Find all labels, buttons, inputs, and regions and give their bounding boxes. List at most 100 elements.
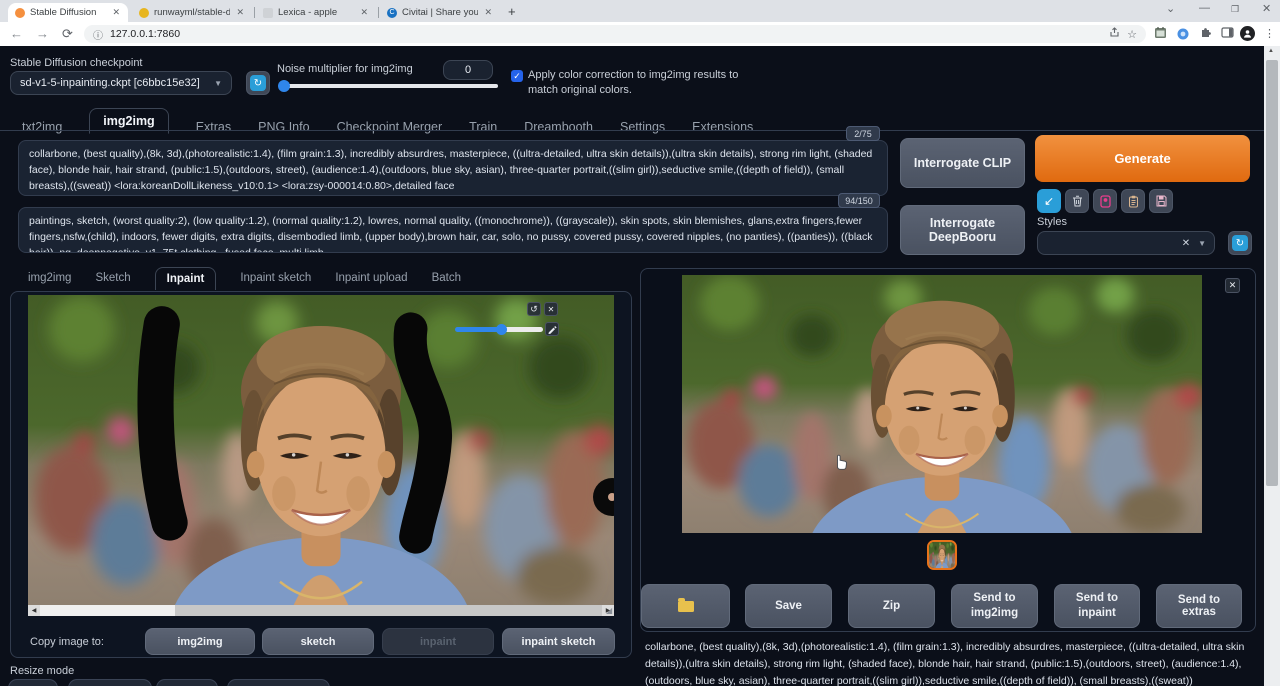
- tab-png-info[interactable]: PNG Info: [258, 120, 309, 134]
- color-correction-label: Apply color correction to img2img result…: [528, 68, 743, 98]
- save-style-button[interactable]: [1149, 189, 1173, 213]
- styles-label: Styles: [1037, 216, 1067, 228]
- floppy-icon: [1156, 195, 1167, 207]
- window-restore-icon[interactable]: ❐: [1231, 4, 1239, 15]
- tab-favicon: [263, 8, 273, 18]
- open-folder-button[interactable]: [641, 584, 730, 628]
- send-to-inpaint-button[interactable]: Send to inpaint: [1054, 584, 1140, 628]
- close-gallery-icon[interactable]: ✕: [1225, 278, 1240, 293]
- site-info-icon[interactable]: ⓘ: [93, 27, 103, 42]
- window-chevron-icon[interactable]: ⌄: [1166, 2, 1175, 15]
- send-to-img2img-button[interactable]: Send to img2img: [951, 584, 1038, 628]
- resize-option-cutoff[interactable]: [8, 679, 58, 686]
- scroll-left-icon[interactable]: ◀: [28, 605, 40, 616]
- checkpoint-refresh-button[interactable]: ↻: [246, 71, 270, 95]
- tab-close-icon[interactable]: ✕: [111, 7, 121, 18]
- browser-tab-runwayml[interactable]: runwayml/stable-diffusion-inpai ✕: [132, 3, 252, 22]
- noise-multiplier-input[interactable]: 0: [443, 60, 493, 80]
- browser-tab-civitai[interactable]: C Civitai | Share your models ✕: [380, 3, 500, 22]
- subtab-inpaint[interactable]: Inpaint: [155, 267, 217, 290]
- clear-image-icon[interactable]: ✕: [544, 302, 558, 316]
- tab-favicon: C: [387, 8, 397, 18]
- copy-to-img2img-button[interactable]: img2img: [145, 628, 255, 655]
- new-tab-button[interactable]: +: [508, 4, 516, 19]
- subtab-img2img[interactable]: img2img: [28, 272, 71, 290]
- inpaint-canvas[interactable]: ↺ ✕: [28, 295, 614, 605]
- reload-icon[interactable]: ⟳: [62, 26, 73, 42]
- address-bar[interactable]: ⓘ 127.0.0.1:7860 ☆: [84, 25, 1146, 43]
- window-minimize-icon[interactable]: —: [1199, 2, 1210, 14]
- extra-networks-button[interactable]: [1093, 189, 1117, 213]
- resize-option-cutoff[interactable]: [227, 679, 330, 686]
- noise-slider-handle[interactable]: [278, 80, 290, 92]
- zip-button[interactable]: Zip: [848, 584, 935, 628]
- tab-dreambooth[interactable]: Dreambooth: [524, 120, 593, 134]
- bookmark-star-icon[interactable]: ☆: [1127, 28, 1137, 41]
- extension-blue-icon[interactable]: [1177, 27, 1189, 45]
- prompt-textarea[interactable]: collarbone, (best quality),(8k, 3d),(pho…: [18, 140, 888, 196]
- generation-info-text: collarbone, (best quality),(8k, 3d),(pho…: [645, 639, 1252, 686]
- tab-close-icon[interactable]: ✕: [235, 7, 245, 18]
- profile-avatar[interactable]: [1240, 26, 1255, 41]
- noise-multiplier-slider[interactable]: [280, 84, 498, 88]
- resize-option-cutoff[interactable]: [156, 679, 218, 686]
- styles-select[interactable]: ✕ ▼: [1037, 231, 1215, 255]
- browser-tab-lexica[interactable]: Lexica - apple ✕: [256, 3, 376, 22]
- generate-button[interactable]: Generate: [1035, 135, 1250, 182]
- undo-icon[interactable]: ↺: [527, 302, 541, 316]
- extension-calendar-icon[interactable]: [1154, 26, 1167, 44]
- scrollbar-up-icon[interactable]: ▲: [1268, 48, 1274, 54]
- interrogate-clip-button[interactable]: Interrogate CLIP: [900, 138, 1025, 188]
- tab-extensions[interactable]: Extensions: [692, 120, 753, 134]
- canvas-scrollbar[interactable]: ◀ ▶: [28, 605, 614, 616]
- paste-generation-params-button[interactable]: ↙: [1037, 189, 1061, 213]
- browser-menu-kebab-icon[interactable]: ⋮: [1264, 27, 1275, 40]
- back-icon[interactable]: ←: [10, 26, 23, 41]
- tab-separator: [378, 7, 379, 18]
- clear-prompt-trash-button[interactable]: [1065, 189, 1089, 213]
- window-close-icon[interactable]: ✕: [1262, 2, 1271, 15]
- send-to-extras-button[interactable]: Send to extras: [1156, 584, 1242, 628]
- subtab-inpaint-upload[interactable]: Inpaint upload: [335, 272, 407, 290]
- resize-grip-icon[interactable]: ◢: [606, 606, 612, 615]
- person-icon: [1240, 26, 1255, 41]
- side-panel-icon[interactable]: [1221, 26, 1234, 44]
- gallery-thumbnail[interactable]: [927, 540, 957, 570]
- copy-to-inpaint-sketch-button[interactable]: inpaint sketch: [502, 628, 615, 655]
- brush-tool-icon[interactable]: [545, 322, 559, 336]
- save-button[interactable]: Save: [745, 584, 832, 628]
- apply-styles-button[interactable]: [1121, 189, 1145, 213]
- tab-favicon: [139, 8, 149, 18]
- share-icon[interactable]: [1109, 27, 1120, 41]
- interrogate-deepbooru-button[interactable]: Interrogate DeepBooru: [900, 205, 1025, 255]
- clear-icon[interactable]: ✕: [1182, 238, 1190, 249]
- prompt-token-counter: 2/75: [846, 126, 880, 141]
- color-correction-checkbox[interactable]: ✓: [511, 70, 523, 82]
- tab-extras[interactable]: Extras: [196, 120, 231, 134]
- checkpoint-select[interactable]: sd-v1-5-inpainting.ckpt [c6bbc15e32] ▼: [10, 71, 232, 95]
- brush-slider-handle[interactable]: [496, 324, 507, 335]
- subtab-sketch[interactable]: Sketch: [95, 272, 130, 290]
- subtab-inpaint-sketch[interactable]: Inpaint sketch: [240, 272, 311, 290]
- tab-settings[interactable]: Settings: [620, 120, 665, 134]
- app-window: Stable Diffusion ✕ runwayml/stable-diffu…: [0, 0, 1280, 686]
- negative-prompt-textarea[interactable]: paintings, sketch, (worst quality:2), (l…: [18, 207, 888, 253]
- page-scrollbar-thumb[interactable]: [1266, 60, 1278, 486]
- tab-txt2img[interactable]: txt2img: [22, 120, 62, 134]
- subtab-batch[interactable]: Batch: [432, 272, 461, 290]
- styles-refresh-button[interactable]: ↻: [1228, 231, 1252, 255]
- resize-option-cutoff[interactable]: [68, 679, 152, 686]
- copy-to-sketch-button[interactable]: sketch: [262, 628, 374, 655]
- tab-checkpoint-merger[interactable]: Checkpoint Merger: [337, 120, 443, 134]
- copy-image-to-label: Copy image to:: [30, 636, 104, 648]
- folder-icon: [678, 601, 694, 612]
- result-image[interactable]: [682, 275, 1202, 533]
- browser-tab-stable-diffusion[interactable]: Stable Diffusion ✕: [8, 3, 128, 22]
- resize-mode-label: Resize mode: [10, 665, 74, 677]
- tab-train[interactable]: Train: [469, 120, 497, 134]
- tab-close-icon[interactable]: ✕: [483, 7, 493, 18]
- tab-close-icon[interactable]: ✕: [359, 7, 369, 18]
- extensions-puzzle-icon[interactable]: [1199, 26, 1212, 44]
- scrollbar-thumb[interactable]: [40, 605, 175, 616]
- forward-icon[interactable]: →: [36, 26, 49, 41]
